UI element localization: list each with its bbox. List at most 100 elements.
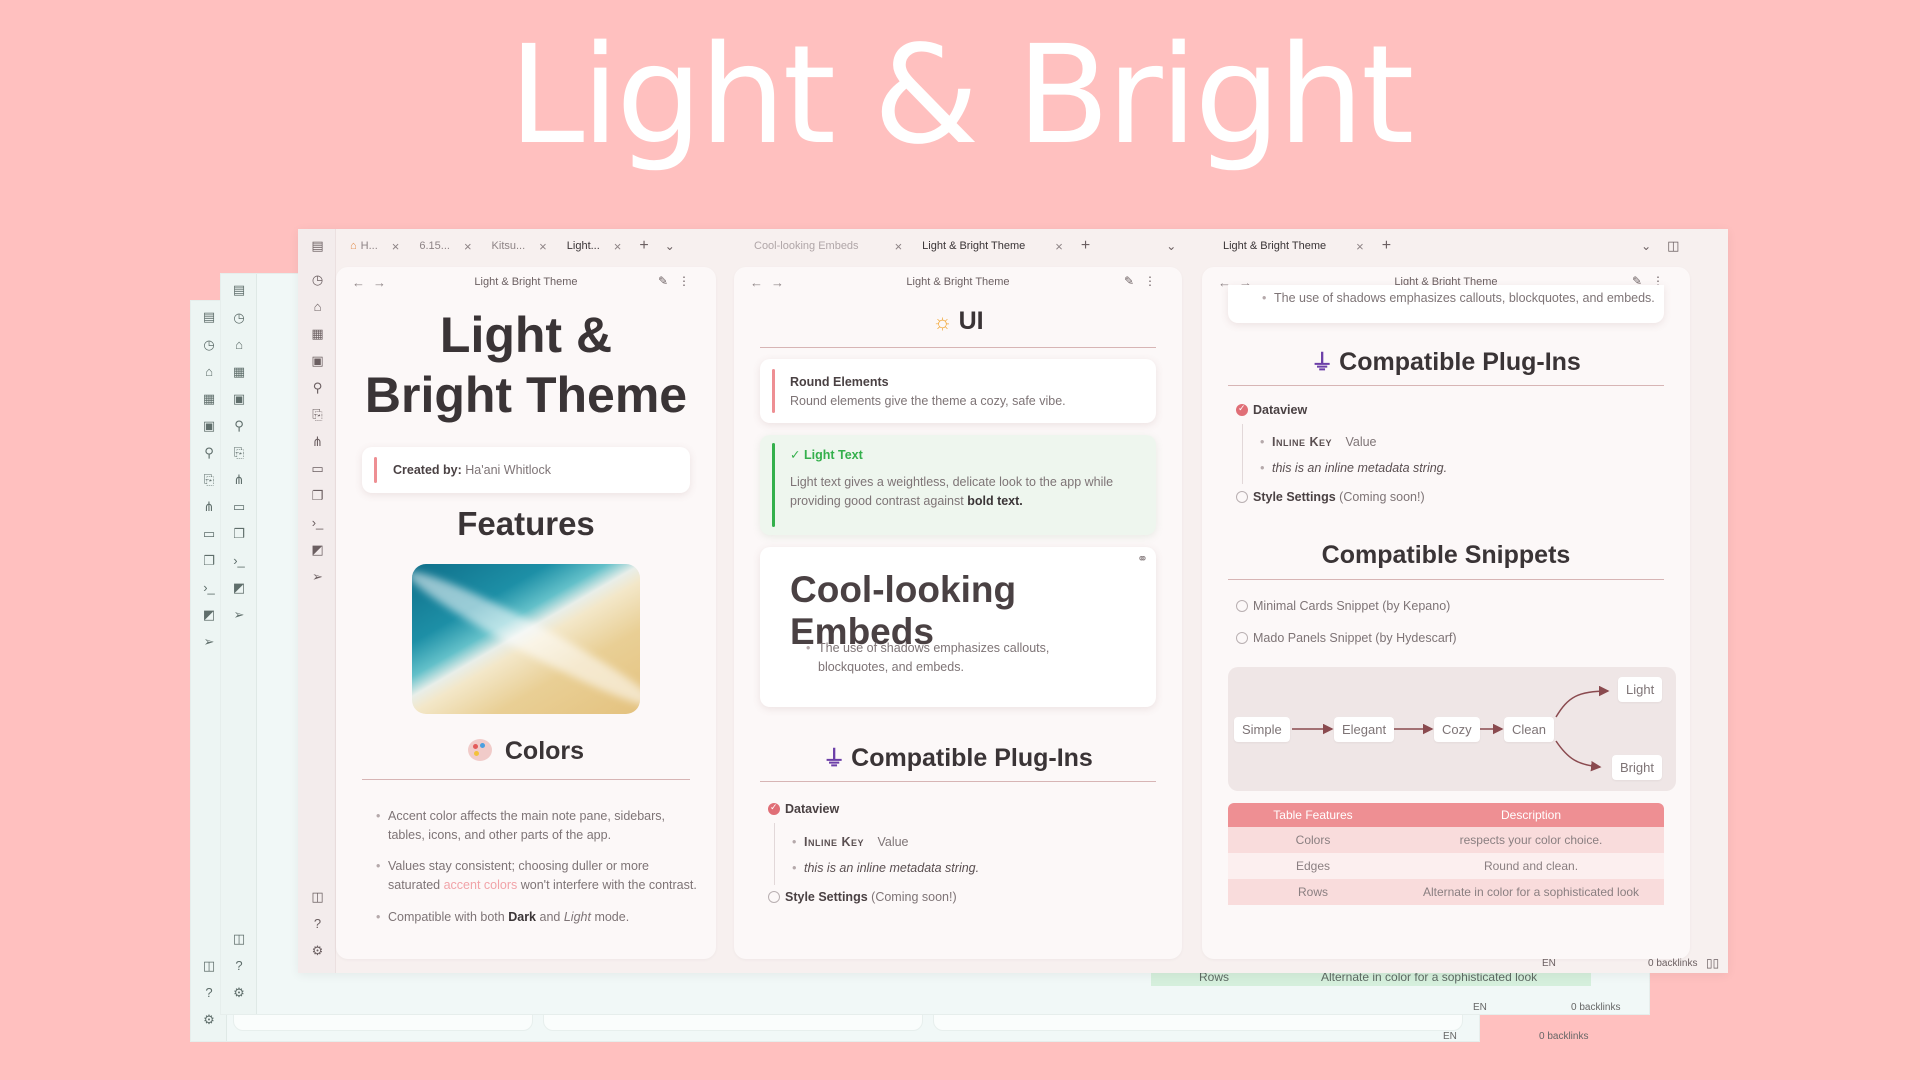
main-window: ▤ ◷ ⌂ ▦ ▣ ⚲ ⎘ ⋔ ▭ ❐ ›_ ◩ ➢ ◫ ? ⚙ ⌂ H... × … xyxy=(298,229,1728,973)
pin-icon[interactable]: ⚲ xyxy=(310,380,325,395)
plugins-heading: ⏚ Compatible Plug-Ins xyxy=(1202,345,1690,377)
ui-heading: ☼ UI xyxy=(734,307,1182,336)
tab-theme-right[interactable]: Light & Bright Theme × xyxy=(1213,234,1374,258)
language-label[interactable]: EN xyxy=(1542,958,1556,969)
graph-icon: ⋔ xyxy=(233,472,245,487)
table-cell: Alternate in color for a sophisticated l… xyxy=(1398,879,1664,905)
checkbox-checked-icon[interactable] xyxy=(1236,403,1248,416)
send-icon[interactable]: ➢ xyxy=(310,569,325,584)
tab-light[interactable]: Light... × xyxy=(557,234,632,258)
coming-soon-label: (Coming soon!) xyxy=(1339,490,1425,504)
checkbox-icon[interactable] xyxy=(1236,600,1248,612)
background-status-bar: EN 0 backlinks xyxy=(1473,1002,1653,1013)
new-tab-icon[interactable]: + xyxy=(1073,237,1098,255)
checkbox-icon[interactable] xyxy=(768,891,780,903)
clock-icon: ◷ xyxy=(203,337,215,352)
book-icon[interactable]: ▯▯ xyxy=(1706,956,1719,970)
close-icon[interactable]: × xyxy=(392,239,400,254)
tab-embeds[interactable]: Cool-looking Embeds × xyxy=(744,234,912,258)
clock-icon[interactable]: ◷ xyxy=(310,272,325,287)
tab-label: Light... xyxy=(566,240,600,252)
close-icon[interactable]: × xyxy=(895,239,903,254)
plug-icon: ⏚ xyxy=(1311,350,1334,375)
close-icon[interactable]: × xyxy=(464,239,472,254)
help-icon[interactable]: ? xyxy=(310,916,325,931)
close-icon[interactable]: × xyxy=(1356,239,1364,254)
copy-icon: ❐ xyxy=(203,553,215,568)
sidebar-toggle-icon[interactable]: ▤ xyxy=(310,238,325,253)
style-settings-label: Style Settings xyxy=(785,890,868,904)
table-icon[interactable]: ▦ xyxy=(310,326,325,341)
new-tab-icon[interactable]: + xyxy=(1374,237,1399,255)
dataview-label: Dataview xyxy=(785,802,840,816)
nested-guide xyxy=(774,823,775,885)
flow-node-simple: Simple xyxy=(1234,717,1290,742)
note-title-line-1: Light & xyxy=(439,307,613,363)
table-header[interactable]: Description xyxy=(1398,803,1664,827)
right-sidebar-toggle-icon[interactable]: ◫ xyxy=(1659,238,1687,254)
inline-key: Inline Key xyxy=(1272,435,1332,449)
checkbox-icon[interactable] xyxy=(1236,632,1248,644)
table-cell: Colors xyxy=(1228,827,1398,853)
style-settings-item[interactable]: Style Settings (Coming soon!) xyxy=(768,890,957,904)
style-settings-item[interactable]: Style Settings (Coming soon!) xyxy=(1236,490,1425,504)
terminal-icon[interactable]: ›_ xyxy=(310,515,325,530)
chevron-down-icon[interactable]: ⌄ xyxy=(657,239,683,253)
tab-bar-mid: Cool-looking Embeds × Light & Bright Them… xyxy=(744,229,1176,263)
palette-icon xyxy=(467,739,492,761)
inline-string: this is an inline metadata string. xyxy=(804,861,980,875)
snippet-minimal-cards[interactable]: Minimal Cards Snippet (by Kepano) xyxy=(1236,599,1450,613)
snippet-mado-panels[interactable]: Mado Panels Snippet (by Hydescarf) xyxy=(1236,631,1457,645)
pane-actions[interactable]: ✎⋮ xyxy=(658,274,700,288)
vault-icon[interactable]: ◫ xyxy=(310,889,325,904)
graph-icon[interactable]: ⋔ xyxy=(310,434,325,449)
kanban-icon[interactable]: ▣ xyxy=(310,353,325,368)
calendar-icon[interactable]: ▭ xyxy=(310,461,325,476)
nested-guide xyxy=(1242,424,1243,484)
features-table: Table Features Description Colors respec… xyxy=(1228,803,1664,905)
inline-string-row: this is an inline metadata string. xyxy=(1260,459,1448,478)
pane-actions[interactable]: ✎⋮ xyxy=(1124,274,1166,288)
settings-icon[interactable]: ⚙ xyxy=(310,943,325,958)
light-text-title-label: Light Text xyxy=(803,448,863,462)
file-icon[interactable]: ⎘ xyxy=(310,407,325,422)
tab-kitsu[interactable]: Kitsu... × xyxy=(482,234,557,258)
backlinks-count[interactable]: 0 backlinks xyxy=(1648,958,1697,969)
home-icon[interactable]: ⌂ xyxy=(310,299,325,314)
accent-colors-link[interactable]: accent colors xyxy=(444,878,518,892)
canvas-icon[interactable]: ◩ xyxy=(310,542,325,557)
close-icon[interactable]: × xyxy=(614,239,622,254)
pin-icon: ⚲ xyxy=(234,418,244,433)
link-icon[interactable]: ⚭ xyxy=(1137,551,1148,567)
send-icon: ➢ xyxy=(203,634,215,649)
inline-string: this is an inline metadata string. xyxy=(1272,461,1448,475)
chevron-down-icon[interactable]: ⌄ xyxy=(1158,239,1184,253)
new-tab-icon[interactable]: + xyxy=(631,237,656,255)
left-ribbon: ▤ ◷ ⌂ ▦ ▣ ⚲ ⎘ ⋔ ▭ ❐ ›_ ◩ ➢ ◫ ? ⚙ xyxy=(298,229,336,973)
close-icon[interactable]: × xyxy=(1055,239,1063,254)
snippets-divider xyxy=(1228,579,1664,580)
language-label: EN xyxy=(1473,1002,1487,1013)
tab-date[interactable]: 6.15... × xyxy=(409,234,481,258)
close-icon[interactable]: × xyxy=(539,239,547,254)
tab-home[interactable]: ⌂ H... × xyxy=(340,234,409,258)
settings-icon: ⚙ xyxy=(203,1012,215,1027)
table-cell: respects your color choice. xyxy=(1398,827,1664,853)
copy-icon[interactable]: ❐ xyxy=(310,488,325,503)
bullet-compatible-text-b: mode. xyxy=(594,910,630,924)
vault-icon: ◫ xyxy=(232,931,246,946)
language-label: EN xyxy=(1443,1031,1457,1042)
pane-title: Light & Bright Theme xyxy=(906,276,1010,288)
checkbox-icon[interactable] xyxy=(1236,491,1248,503)
table-header[interactable]: Table Features xyxy=(1228,803,1398,827)
calendar-icon: ▭ xyxy=(232,499,246,514)
chevron-down-icon[interactable]: ⌄ xyxy=(1633,239,1659,253)
bullet-values: Values stay consistent; choosing duller … xyxy=(376,857,700,895)
callout-accent-bar xyxy=(374,457,377,483)
tab-theme[interactable]: Light & Bright Theme × xyxy=(912,234,1073,258)
dataview-item[interactable]: Dataview xyxy=(768,802,839,816)
checkbox-checked-icon[interactable] xyxy=(768,802,780,815)
dataview-item[interactable]: Dataview xyxy=(1236,403,1307,417)
sidebar-toggle-icon: ▤ xyxy=(202,309,216,324)
embed-card-partial: The use of shadows emphasizes callouts, … xyxy=(1228,285,1664,323)
